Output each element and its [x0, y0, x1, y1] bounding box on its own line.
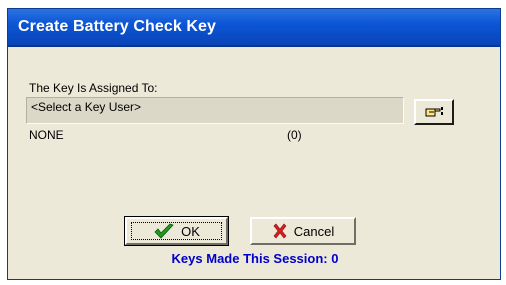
red-x-icon	[273, 223, 287, 239]
battery-check-key-dialog: Create Battery Check Key The Key Is Assi…	[7, 8, 501, 280]
title-bar[interactable]: Create Battery Check Key	[8, 9, 500, 47]
key-user-field[interactable]: <Select a Key User>	[26, 97, 404, 124]
focus-ring	[131, 222, 222, 240]
window-title: Create Battery Check Key	[18, 18, 217, 35]
green-checkmark-icon	[154, 223, 174, 239]
pointing-hand-icon	[425, 107, 443, 117]
cancel-button-label: Cancel	[293, 223, 335, 239]
select-user-button[interactable]	[414, 99, 454, 125]
ok-button-label: OK	[181, 223, 200, 239]
session-count-text: Keys Made This Session: 0	[171, 251, 339, 266]
cancel-button[interactable]: Cancel	[250, 217, 356, 245]
assigned-user-name: NONE	[29, 128, 64, 142]
ok-button[interactable]: OK	[124, 216, 229, 246]
assigned-to-label: The Key Is Assigned To:	[29, 81, 158, 95]
assigned-key-count: (0)	[287, 128, 302, 142]
